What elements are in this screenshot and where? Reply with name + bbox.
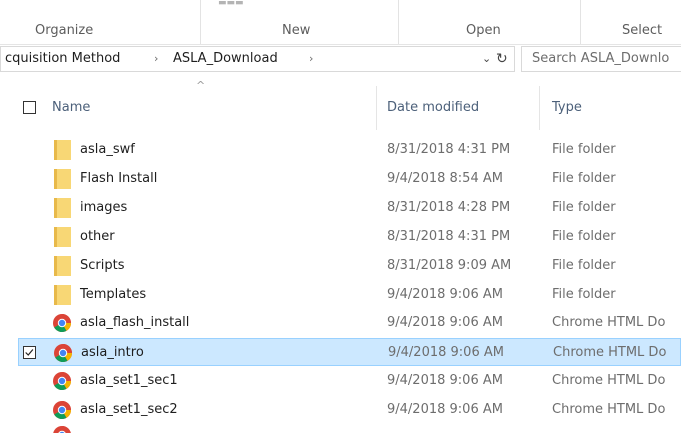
- column-divider[interactable]: [539, 86, 540, 130]
- refresh-icon[interactable]: ↻: [496, 50, 508, 68]
- chrome-icon: [53, 426, 71, 433]
- ribbon-truncated-text: ▬▬▬: [218, 0, 244, 6]
- file-name: Templates: [80, 287, 147, 302]
- file-type: File folder: [552, 258, 616, 273]
- ribbon: Organize ▬▬▬ New Open Select: [0, 0, 681, 45]
- row-checkbox[interactable]: [23, 346, 36, 359]
- search-placeholder: Search ASLA_Downlo: [532, 51, 670, 66]
- folder-icon: [54, 198, 71, 218]
- file-name: asla_set1_sec1: [80, 373, 178, 388]
- file-date-modified: 9/4/2018 9:06 AM: [387, 373, 503, 388]
- file-name: Flash Install: [80, 171, 158, 186]
- file-date-modified: 9/4/2018 9:06 AM: [388, 345, 504, 360]
- folder-icon: [54, 285, 71, 305]
- file-date-modified: 8/31/2018 4:28 PM: [387, 200, 511, 215]
- ribbon-label-open: Open: [466, 23, 501, 38]
- ribbon-group-open[interactable]: Open: [398, 0, 581, 44]
- file-date-modified: 8/31/2018 4:31 PM: [387, 229, 511, 244]
- chevron-down-icon[interactable]: ⌄: [482, 51, 491, 67]
- folder-icon: [54, 169, 71, 189]
- file-row[interactable]: Flash Install 9/4/2018 8:54 AM File folder: [18, 165, 681, 193]
- ribbon-group-select[interactable]: Select: [580, 0, 681, 44]
- file-name: asla_swf: [80, 142, 135, 157]
- file-name: other: [80, 229, 115, 244]
- breadcrumb-separator[interactable]: ›: [154, 50, 158, 68]
- chrome-icon: [53, 314, 71, 333]
- ribbon-label-organize: Organize: [35, 23, 94, 38]
- file-name: asla_flash_install: [80, 315, 190, 330]
- file-row[interactable]: Scripts 8/31/2018 9:09 AM File folder: [18, 252, 681, 280]
- chrome-icon: [53, 372, 71, 391]
- file-type: File folder: [552, 142, 616, 157]
- select-all-checkbox[interactable]: [23, 101, 36, 114]
- ribbon-label-new: New: [282, 23, 311, 38]
- folder-icon: [54, 140, 71, 160]
- file-date-modified: 9/4/2018 9:06 AM: [387, 287, 503, 302]
- file-date-modified: 8/31/2018 4:31 PM: [387, 142, 511, 157]
- file-row[interactable]: other 8/31/2018 4:31 PM File folder: [18, 223, 681, 251]
- ribbon-label-select: Select: [622, 23, 663, 38]
- search-input[interactable]: Search ASLA_Downlo: [521, 46, 681, 72]
- file-type: Chrome HTML Do: [552, 402, 666, 417]
- folder-icon: [54, 227, 71, 247]
- file-name: asla_intro: [81, 345, 144, 360]
- file-row[interactable]: images 8/31/2018 4:28 PM File folder: [18, 194, 681, 222]
- column-header-date-modified[interactable]: Date modified: [387, 98, 479, 118]
- file-row[interactable]: asla_intro 9/4/2018 9:06 AM Chrome HTML Do: [18, 338, 681, 366]
- chrome-icon: [54, 344, 72, 363]
- breadcrumb-asla-download[interactable]: ASLA_Download: [173, 50, 278, 68]
- sort-up-icon: ^: [196, 79, 206, 92]
- file-date-modified: 9/4/2018 9:06 AM: [387, 402, 503, 417]
- file-type: File folder: [552, 287, 616, 302]
- chrome-icon: [53, 401, 71, 420]
- file-type: File folder: [552, 229, 616, 244]
- file-date-modified: 8/31/2018 9:09 AM: [387, 258, 512, 273]
- file-type: Chrome HTML Do: [552, 315, 666, 330]
- ribbon-group-new[interactable]: ▬▬▬ New: [200, 0, 399, 44]
- file-name: images: [80, 200, 128, 215]
- file-type: File folder: [552, 200, 616, 215]
- breadcrumb-separator[interactable]: ›: [309, 50, 313, 68]
- file-row[interactable]: asla_set1_sec1 9/4/2018 9:06 AM Chrome HTM…: [18, 367, 681, 395]
- column-header-type[interactable]: Type: [552, 98, 582, 118]
- address-bar[interactable]: cquisition Method › ASLA_Download › ⌄ ↻: [0, 46, 515, 72]
- file-date-modified: 9/4/2018 9:06 AM: [387, 315, 503, 330]
- column-header-name[interactable]: Name: [52, 98, 90, 118]
- breadcrumb-acquisition-method[interactable]: cquisition Method: [5, 50, 120, 68]
- folder-icon: [54, 256, 71, 276]
- column-divider[interactable]: [376, 86, 377, 130]
- ribbon-group-organize[interactable]: Organize: [0, 0, 201, 44]
- file-row[interactable]: asla_swf 8/31/2018 4:31 PM File folder: [18, 136, 681, 164]
- file-type: File folder: [552, 171, 616, 186]
- file-row[interactable]: asla_flash_install 9/4/2018 9:06 AM Chrome…: [18, 309, 681, 337]
- file-row[interactable]: Templates 9/4/2018 9:06 AM File folder: [18, 281, 681, 309]
- file-type: Chrome HTML Do: [553, 345, 667, 360]
- file-date-modified: 9/4/2018 8:54 AM: [387, 171, 503, 186]
- file-row[interactable]: asla_set1_sec2 9/4/2018 9:06 AM Chrome HTM…: [18, 396, 681, 424]
- file-name: Scripts: [80, 258, 125, 273]
- file-name: asla_set1_sec2: [80, 402, 178, 417]
- file-type: Chrome HTML Do: [552, 373, 666, 388]
